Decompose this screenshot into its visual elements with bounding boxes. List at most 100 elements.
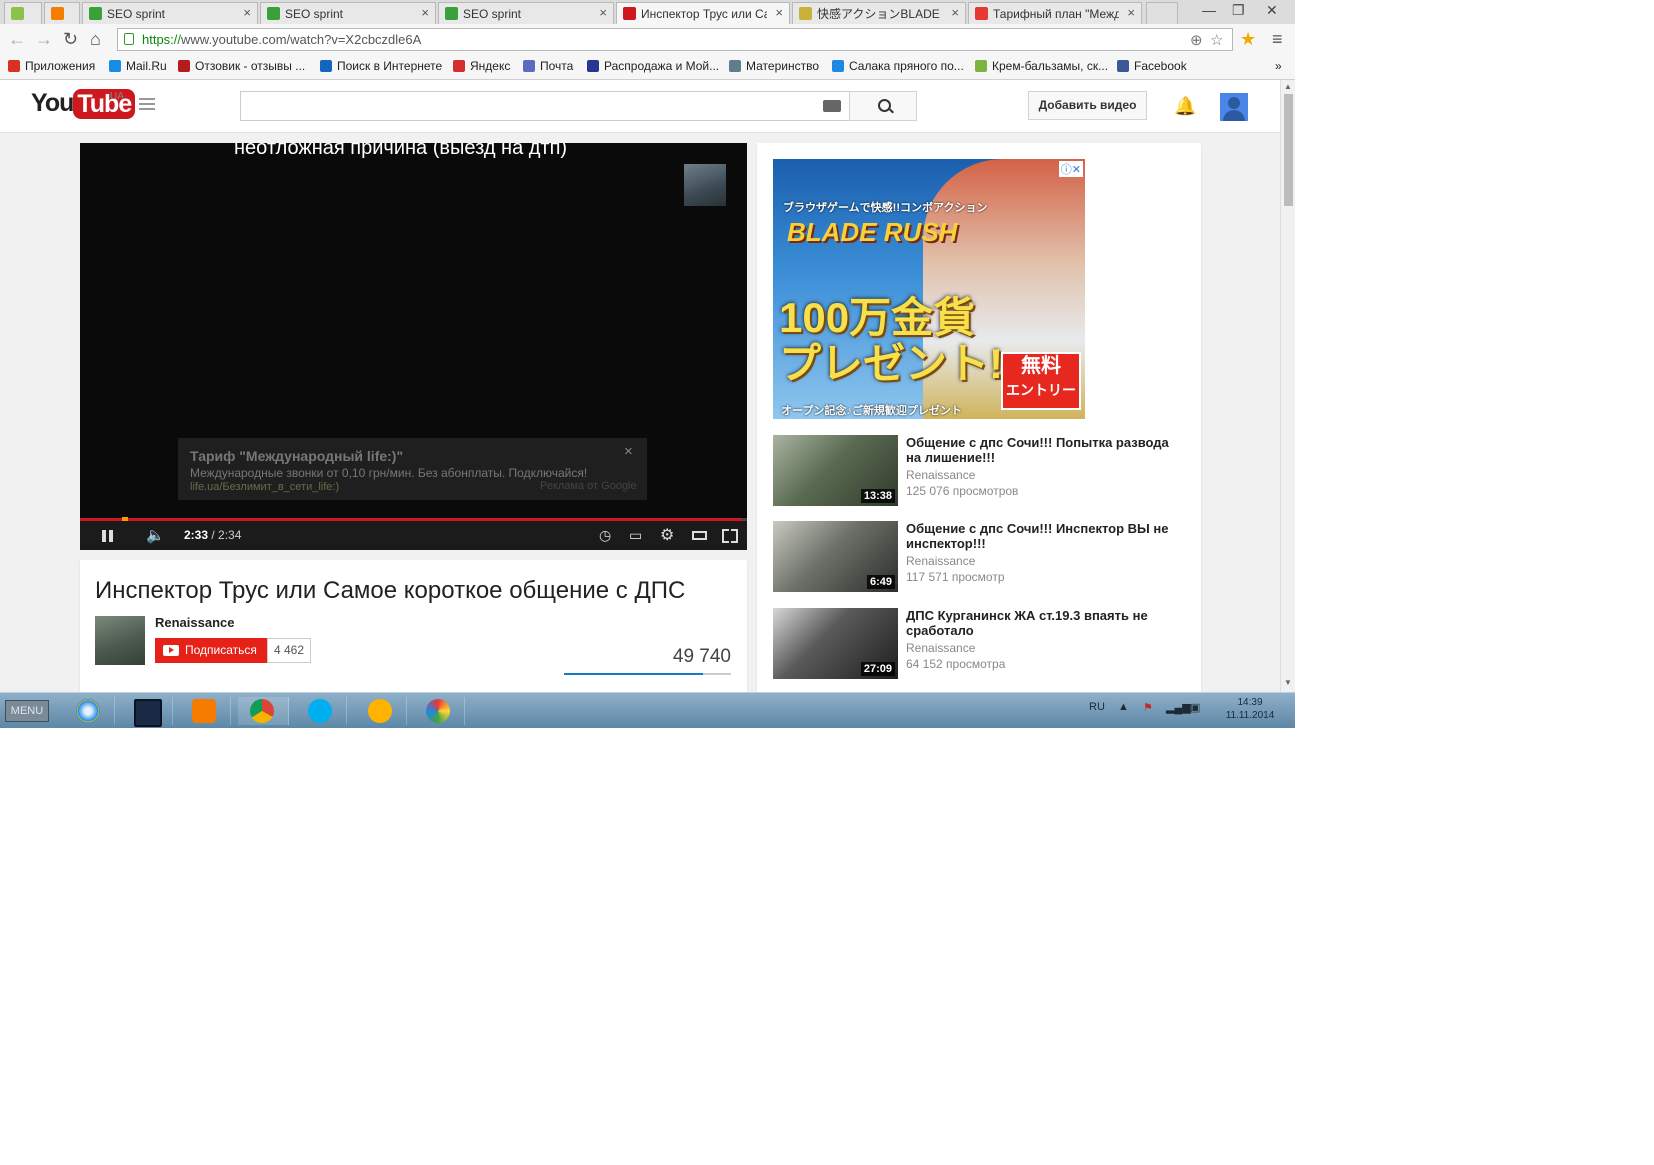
- sidebar-ad-banner[interactable]: ブラウザゲームで快感!!コンボアクション BLADE RUSH 100万金貨 プレ…: [773, 159, 1085, 419]
- taskbar-skype-icon[interactable]: [296, 697, 347, 725]
- video-player[interactable]: неотложная причина (выезд на дтп) Тариф …: [80, 143, 747, 550]
- channel-watermark[interactable]: [684, 164, 726, 206]
- guide-menu-icon[interactable]: [139, 98, 155, 110]
- tab-1[interactable]: [44, 2, 80, 24]
- bookmarks-more-chevron[interactable]: »: [1275, 59, 1282, 73]
- related-video[interactable]: 13:38 Общение с дпс Сочи!!! Попытка разв…: [773, 435, 1193, 507]
- ad-close-icon[interactable]: ×: [624, 443, 633, 460]
- tab-3[interactable]: SEO sprint ×: [260, 2, 436, 24]
- related-views: 117 571 просмотр: [906, 570, 1005, 584]
- logo-tube: Tube: [73, 89, 136, 119]
- restore-button[interactable]: ❐: [1232, 2, 1245, 19]
- related-title[interactable]: ДПС Курганинск ЖА ст.19.3 впаять не сраб…: [906, 608, 1176, 638]
- youtube-logo[interactable]: You Tube UA: [31, 89, 136, 119]
- close-window-button[interactable]: ✕: [1266, 2, 1278, 19]
- tab-close-icon[interactable]: ×: [243, 3, 251, 23]
- address-bar[interactable]: https://www.youtube.com/watch?v=X2cbczdl…: [117, 28, 1233, 51]
- related-video[interactable]: 27:09 ДПС Курганинск ЖА ст.19.3 впаять н…: [773, 608, 1193, 680]
- subscribe-button[interactable]: Подписаться: [155, 638, 267, 663]
- clock-time: 14:39: [1237, 697, 1263, 708]
- bookmark-balm[interactable]: Крем-бальзамы, ск...: [975, 59, 1108, 73]
- volume-icon[interactable]: 🔈: [146, 526, 165, 544]
- bookmark-sale[interactable]: Распродажа и Мой...: [587, 59, 719, 73]
- ad-tagline: ブラウザゲームで快感!!コンボアクション: [783, 202, 988, 214]
- system-clock[interactable]: 14:39 11.11.2014: [1222, 696, 1278, 722]
- related-title[interactable]: Общение с дпс Сочи!!! Инспектор ВЫ не ин…: [906, 521, 1176, 551]
- star-bookmark-icon[interactable]: ☆: [1210, 31, 1223, 49]
- apps-grid-icon: [8, 60, 20, 72]
- tab-5-active[interactable]: Инспектор Трус или Сам ×: [616, 2, 790, 24]
- related-thumbnail[interactable]: 6:49: [773, 521, 898, 592]
- related-thumbnail[interactable]: 27:09: [773, 608, 898, 679]
- bookmark-otzovik[interactable]: Отзовик - отзывы ...: [178, 59, 305, 73]
- settings-gear-icon[interactable]: ⚙: [660, 525, 674, 545]
- taskbar-desktop-icon[interactable]: [122, 697, 173, 727]
- chrome-menu-icon[interactable]: ≡: [1272, 29, 1283, 50]
- page-scrollbar[interactable]: ▲ ▼: [1280, 80, 1295, 692]
- taskbar-paint-icon[interactable]: [414, 697, 465, 725]
- tab-close-icon[interactable]: ×: [775, 3, 783, 23]
- related-video[interactable]: 6:49 Общение с дпс Сочи!!! Инспектор ВЫ …: [773, 521, 1193, 593]
- scroll-up-arrow[interactable]: ▲: [1284, 82, 1292, 91]
- tray-signal-icon[interactable]: ▂▄▆: [1166, 701, 1191, 714]
- bookmark-apps[interactable]: Приложения: [8, 59, 95, 73]
- keyboard-icon[interactable]: [823, 100, 841, 112]
- taskbar-media-player-icon[interactable]: [180, 697, 231, 725]
- watch-later-icon[interactable]: ◷: [599, 527, 611, 544]
- scrollbar-thumb[interactable]: [1284, 94, 1293, 206]
- bookmark-search[interactable]: Поиск в Интернете: [320, 59, 442, 73]
- taskbar-ie-icon[interactable]: [64, 697, 115, 725]
- related-title[interactable]: Общение с дпс Сочи!!! Попытка развода на…: [906, 435, 1176, 465]
- tray-expand-icon[interactable]: ▲: [1118, 701, 1129, 713]
- bookmark-mail[interactable]: Почта: [523, 59, 573, 73]
- related-thumbnail[interactable]: 13:38: [773, 435, 898, 506]
- extension-icon[interactable]: ★: [1240, 29, 1256, 50]
- bookmark-salaka[interactable]: Салака пряного по...: [832, 59, 964, 73]
- ad-overlay[interactable]: Тариф "Международный life:)" Международн…: [178, 438, 647, 500]
- back-arrow-icon[interactable]: ←: [8, 29, 26, 50]
- zoom-icon[interactable]: ⊕: [1190, 31, 1203, 49]
- avatar[interactable]: [1220, 93, 1248, 121]
- clock-date: 11.11.2014: [1225, 710, 1275, 721]
- tab-6[interactable]: 快感アクションBLADE RU ×: [792, 2, 966, 24]
- tab-close-icon[interactable]: ×: [951, 3, 959, 23]
- home-icon[interactable]: ⌂: [90, 29, 101, 50]
- ad-title[interactable]: Тариф "Международный life:)": [190, 448, 403, 464]
- start-menu-button[interactable]: MENU: [5, 700, 49, 722]
- bookmark-yandex[interactable]: Яндекс: [453, 59, 510, 73]
- ad-brand: BLADE RUSH: [787, 217, 958, 247]
- channel-avatar[interactable]: [95, 616, 145, 665]
- bookmark-mailru[interactable]: Mail.Ru: [109, 59, 167, 73]
- taskbar-chrome-icon[interactable]: [238, 697, 289, 725]
- new-tab-button[interactable]: [1146, 2, 1178, 24]
- theater-mode-icon[interactable]: [692, 531, 707, 540]
- scroll-down-arrow[interactable]: ▼: [1284, 678, 1292, 687]
- bookmark-facebook[interactable]: Facebook: [1117, 59, 1187, 73]
- tab-close-icon[interactable]: ×: [421, 3, 429, 23]
- adchoices-icon[interactable]: ⓘ✕: [1058, 161, 1083, 177]
- pause-button[interactable]: [102, 530, 114, 542]
- tab-2[interactable]: SEO sprint ×: [82, 2, 258, 24]
- forward-arrow-icon[interactable]: →: [35, 29, 53, 50]
- tab-7[interactable]: Тарифный план "Междун ×: [968, 2, 1142, 24]
- minimize-button[interactable]: —: [1202, 2, 1216, 18]
- tray-device-icon[interactable]: ▣: [1190, 701, 1200, 714]
- tray-network-error-icon[interactable]: ⚑: [1143, 701, 1153, 714]
- ad-url[interactable]: life.ua/Безлимит_в_сети_life:): [190, 481, 339, 493]
- captions-icon[interactable]: ▭: [629, 527, 642, 544]
- bell-icon[interactable]: 🔔: [1174, 96, 1196, 117]
- search-input[interactable]: [240, 91, 850, 121]
- tab-0[interactable]: [4, 2, 42, 24]
- language-indicator[interactable]: RU: [1089, 701, 1105, 713]
- bookmark-maternity[interactable]: Материнство: [729, 59, 819, 73]
- upload-button[interactable]: Добавить видео: [1028, 91, 1147, 120]
- reload-icon[interactable]: ↻: [63, 29, 78, 50]
- channel-name[interactable]: Renaissance: [155, 615, 235, 630]
- fullscreen-icon[interactable]: [722, 529, 738, 543]
- ad-free-entry-button[interactable]: 無料 エントリー: [1001, 352, 1081, 410]
- tab-close-icon[interactable]: ×: [1127, 3, 1135, 23]
- tab-close-icon[interactable]: ×: [599, 3, 607, 23]
- tab-4[interactable]: SEO sprint ×: [438, 2, 614, 24]
- taskbar-mail-agent-icon[interactable]: [356, 697, 407, 725]
- search-button[interactable]: [849, 91, 917, 121]
